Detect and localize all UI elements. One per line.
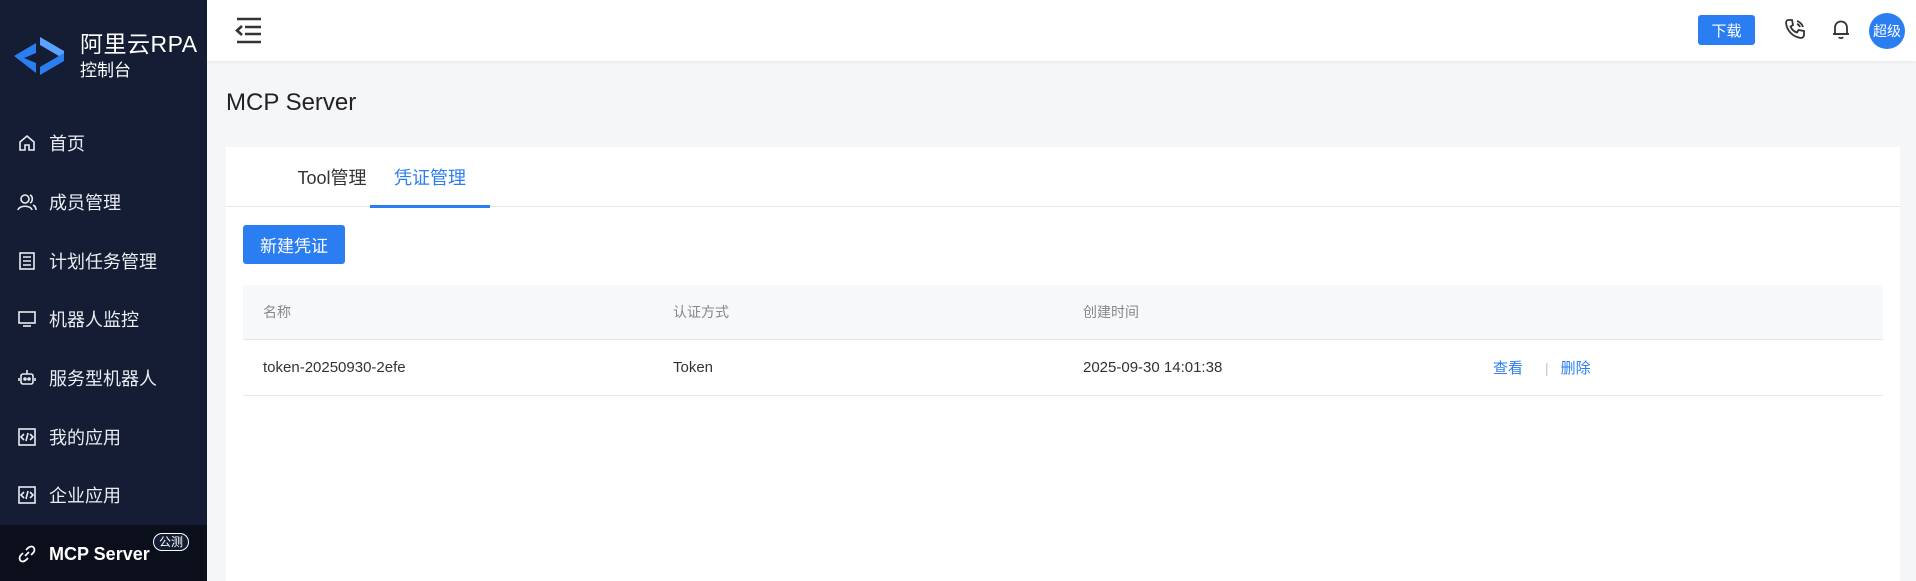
sidebar-item-mcp-server[interactable]: MCP Server 公测	[0, 524, 207, 581]
sidebar-item-home[interactable]: 首页	[0, 114, 207, 173]
tab-credential-management[interactable]: 凭证管理	[370, 147, 490, 208]
sidebar-item-robot-monitor[interactable]: 机器人监控	[0, 290, 207, 349]
sidebar-item-label: 首页	[49, 134, 85, 155]
tab-bar: Tool管理 凭证管理	[226, 147, 1900, 208]
menu-toggle-icon[interactable]	[233, 15, 265, 45]
home-icon	[17, 133, 37, 153]
view-link[interactable]: 查看	[1493, 357, 1523, 378]
column-header-name: 名称	[263, 304, 291, 320]
link-icon	[17, 544, 37, 564]
sidebar-nav: 首页 成员管理 计划任务管理 机器人监控 服务型机器人 我的应用 企业应用 MC…	[0, 114, 207, 581]
sidebar-item-label: 我的应用	[49, 427, 121, 448]
credentials-table: 名称 认证方式 创建时间 token-20250930-2efe Token 2…	[243, 285, 1883, 396]
sidebar-item-label: 机器人监控	[49, 310, 139, 331]
logo[interactable]: 阿里云RPA 控制台	[10, 30, 198, 82]
top-header: 下载 超级	[207, 0, 1916, 61]
aliyun-logo-icon	[10, 31, 68, 81]
bell-icon[interactable]	[1829, 17, 1853, 41]
members-icon	[17, 192, 37, 212]
robot-icon	[17, 368, 37, 388]
sidebar-item-scheduled-tasks[interactable]: 计划任务管理	[0, 231, 207, 290]
sidebar-item-label: 计划任务管理	[49, 251, 157, 272]
sidebar-item-label: 服务型机器人	[49, 369, 157, 390]
cell-actions: 查看 | 删除	[1493, 340, 1591, 395]
download-button[interactable]: 下载	[1698, 15, 1755, 45]
table-row: token-20250930-2efe Token 2025-09-30 14:…	[243, 340, 1883, 396]
action-separator: |	[1545, 359, 1549, 376]
page-title: MCP Server	[226, 89, 357, 116]
monitor-icon	[17, 309, 37, 329]
content-card: Tool管理 凭证管理 新建凭证 名称 认证方式 创建时间 token-2025…	[226, 147, 1900, 581]
sidebar-item-members[interactable]: 成员管理	[0, 173, 207, 232]
sidebar: 阿里云RPA 控制台 首页 成员管理 计划任务管理 机器人监控 服务型机器人 我…	[0, 0, 207, 581]
sidebar-item-label: MCP Server	[49, 543, 150, 564]
code-app-icon	[17, 485, 37, 505]
sidebar-item-my-apps[interactable]: 我的应用	[0, 407, 207, 466]
new-credential-button[interactable]: 新建凭证	[243, 225, 345, 264]
column-header-created: 创建时间	[1083, 304, 1139, 320]
sidebar-item-enterprise-apps[interactable]: 企业应用	[0, 466, 207, 525]
cell-name: token-20250930-2efe	[263, 359, 406, 376]
sidebar-item-service-robot[interactable]: 服务型机器人	[0, 349, 207, 408]
code-app-icon	[17, 427, 37, 447]
cell-created: 2025-09-30 14:01:38	[1083, 359, 1223, 376]
task-list-icon	[17, 251, 37, 271]
column-header-auth: 认证方式	[673, 304, 729, 320]
avatar[interactable]: 超级	[1869, 13, 1905, 49]
cell-auth: Token	[673, 359, 714, 376]
logo-title: 阿里云RPA	[80, 31, 198, 57]
logo-subtitle: 控制台	[80, 60, 131, 80]
phone-icon[interactable]	[1783, 17, 1807, 41]
beta-badge: 公测	[152, 532, 189, 551]
table-header: 名称 认证方式 创建时间	[243, 285, 1883, 340]
delete-link[interactable]: 删除	[1561, 357, 1591, 378]
sidebar-item-label: 成员管理	[49, 193, 121, 214]
sidebar-item-label: 企业应用	[49, 486, 121, 507]
